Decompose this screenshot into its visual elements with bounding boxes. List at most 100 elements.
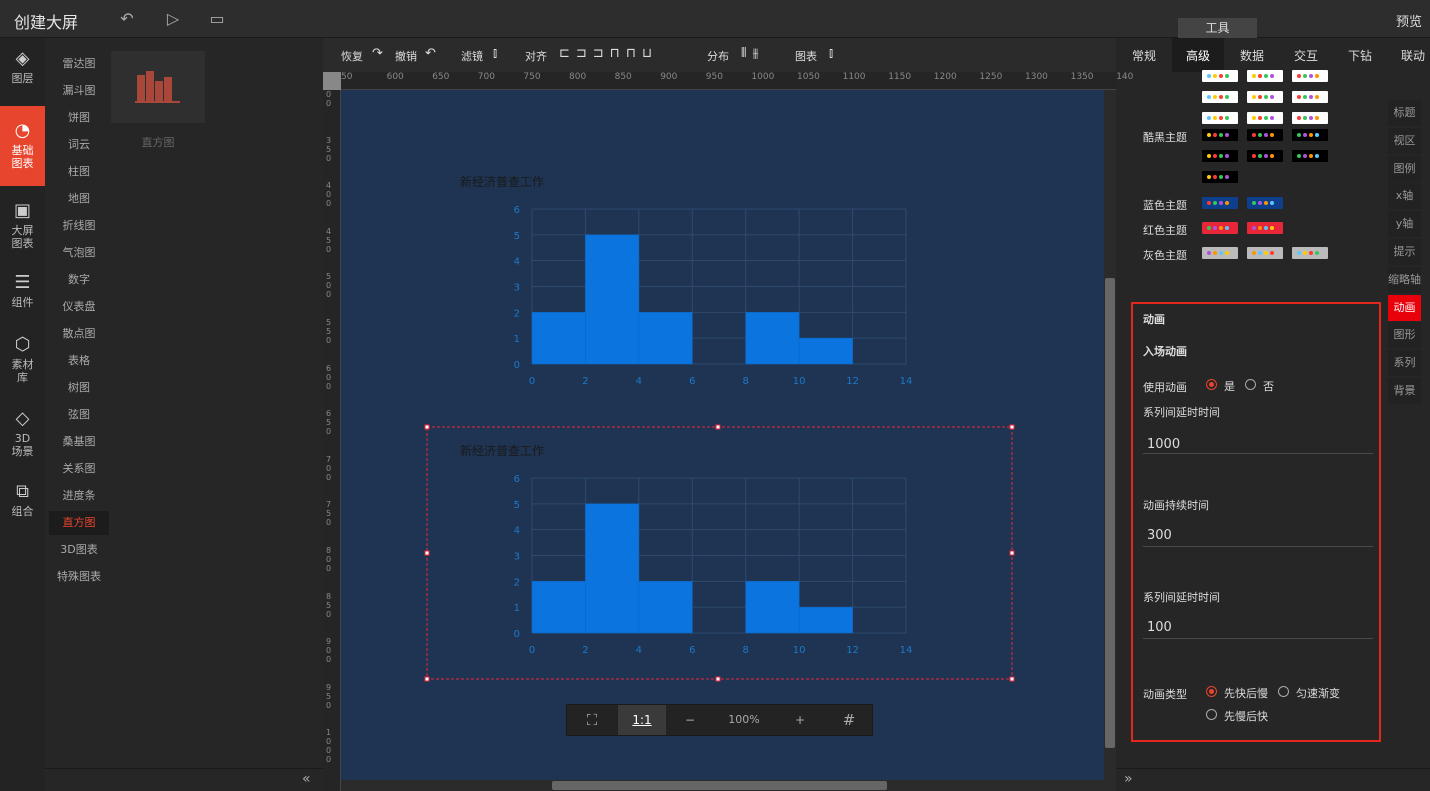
redo-icon[interactable]: ↷ xyxy=(372,46,383,61)
undo-arrow-icon[interactable]: ↶ xyxy=(425,46,436,61)
side-tab[interactable]: 视区 xyxy=(1388,127,1421,154)
side-tab[interactable]: y轴 xyxy=(1388,211,1421,238)
theme-swatch[interactable] xyxy=(1202,112,1238,124)
right-tab-5[interactable]: 联动 xyxy=(1401,47,1425,64)
chart-icon[interactable]: ⫾ xyxy=(829,46,833,61)
category-item[interactable]: 表格 xyxy=(49,349,109,373)
theme-swatch[interactable] xyxy=(1202,129,1238,141)
category-item[interactable]: 3D图表 xyxy=(49,538,109,562)
filter-chart-icon[interactable]: ⫾ xyxy=(493,46,497,61)
right-tab-1[interactable]: 高级 xyxy=(1186,47,1210,64)
category-item[interactable]: 特殊图表 xyxy=(49,565,109,589)
fit-screen-icon[interactable]: ⛶ xyxy=(567,705,617,735)
theme-swatch[interactable] xyxy=(1202,70,1238,82)
zoom-in-button[interactable]: + xyxy=(775,705,825,735)
zoom-out-button[interactable]: − xyxy=(667,705,713,735)
chart-button[interactable]: 图表 xyxy=(795,48,817,64)
category-item[interactable]: 弦图 xyxy=(49,403,109,427)
side-tab[interactable]: 缩略轴 xyxy=(1388,266,1421,293)
category-item[interactable]: 关系图 xyxy=(49,457,109,481)
category-item[interactable]: 仪表盘 xyxy=(49,295,109,319)
right-tab-3[interactable]: 交互 xyxy=(1294,47,1318,64)
use-animation-no-radio[interactable] xyxy=(1245,379,1256,390)
filter-button[interactable]: 滤镜 xyxy=(461,48,483,64)
theme-swatch[interactable] xyxy=(1292,150,1328,162)
play-icon[interactable]: ▷ xyxy=(164,10,182,28)
category-item[interactable]: 词云 xyxy=(49,133,109,157)
category-item[interactable]: 柱图 xyxy=(49,160,109,184)
right-tab-4[interactable]: 下钻 xyxy=(1348,47,1372,64)
theme-swatch[interactable] xyxy=(1202,197,1238,209)
theme-swatch[interactable] xyxy=(1202,150,1238,162)
theme-swatch[interactable] xyxy=(1247,91,1283,103)
side-tab[interactable]: 背景 xyxy=(1388,378,1421,404)
theme-swatch[interactable] xyxy=(1247,197,1283,209)
save-icon[interactable]: ▭ xyxy=(208,10,226,28)
side-tab[interactable]: 标题 xyxy=(1388,100,1421,126)
side-tab[interactable]: x轴 xyxy=(1388,183,1421,210)
category-item[interactable]: 直方图 xyxy=(49,511,109,535)
vertical-scroll-thumb[interactable] xyxy=(1105,278,1115,748)
nav-item-6[interactable]: ⧉ 组合 xyxy=(0,477,45,523)
category-item[interactable]: 雷达图 xyxy=(49,52,109,76)
right-tab-2[interactable]: 数据 xyxy=(1240,47,1264,64)
series-delay2-input[interactable]: 100 xyxy=(1147,620,1172,635)
distribute-icons[interactable]: ⫴⫵ xyxy=(741,46,764,61)
theme-swatch[interactable] xyxy=(1292,247,1328,259)
align-button[interactable]: 对齐 xyxy=(525,48,547,64)
side-tab[interactable]: 动画 xyxy=(1388,294,1421,321)
theme-swatch[interactable] xyxy=(1247,70,1283,82)
horizontal-scroll-thumb[interactable] xyxy=(552,781,887,790)
category-item[interactable]: 漏斗图 xyxy=(49,79,109,103)
category-item[interactable]: 气泡图 xyxy=(49,241,109,265)
nav-item-4[interactable]: ⬡ 素材库 xyxy=(0,330,45,392)
right-tab-0[interactable]: 常规 xyxy=(1132,47,1156,64)
theme-swatch[interactable] xyxy=(1247,112,1283,124)
one-to-one-button[interactable]: 1:1 xyxy=(618,705,666,735)
distribute-button[interactable]: 分布 xyxy=(707,48,729,64)
side-tab[interactable]: 图例 xyxy=(1388,155,1421,182)
side-tab[interactable]: 图形 xyxy=(1388,322,1421,349)
theme-swatch[interactable] xyxy=(1292,91,1328,103)
preview-button[interactable]: 预览 xyxy=(1396,11,1422,30)
theme-swatch[interactable] xyxy=(1247,222,1283,234)
collapse-left-icon[interactable]: « xyxy=(302,771,311,787)
histogram-thumbnail[interactable] xyxy=(111,51,205,123)
theme-swatch[interactable] xyxy=(1292,129,1328,141)
collapse-right-icon[interactable]: » xyxy=(1124,771,1133,787)
nav-item-1[interactable]: ◔ 基础图表 xyxy=(0,106,45,186)
theme-swatch[interactable] xyxy=(1202,247,1238,259)
tools-tab[interactable]: 工具 xyxy=(1178,18,1257,38)
theme-swatch[interactable] xyxy=(1292,112,1328,124)
category-item[interactable]: 散点图 xyxy=(49,322,109,346)
nav-item-5[interactable]: ◇ 3D场景 xyxy=(0,404,45,466)
duration-input[interactable]: 300 xyxy=(1147,528,1172,543)
align-icons[interactable]: ⊏⊐⊐⊓⊓⊔ xyxy=(559,46,658,61)
grid-icon[interactable]: # xyxy=(825,705,873,735)
restore-button[interactable]: 恢复 xyxy=(341,48,363,64)
series-delay-input[interactable]: 1000 xyxy=(1147,437,1180,452)
theme-swatch[interactable] xyxy=(1292,70,1328,82)
use-animation-yes-radio[interactable] xyxy=(1206,379,1217,390)
side-tab[interactable]: 提示 xyxy=(1388,239,1421,265)
nav-item-0[interactable]: ◈ 图层 xyxy=(0,44,45,90)
theme-swatch[interactable] xyxy=(1247,150,1283,162)
type-linear-radio[interactable] xyxy=(1278,686,1289,697)
nav-item-3[interactable]: ☰ 组件 xyxy=(0,268,45,314)
category-item[interactable]: 桑基图 xyxy=(49,430,109,454)
category-item[interactable]: 地图 xyxy=(49,187,109,211)
category-item[interactable]: 数字 xyxy=(49,268,109,292)
side-tab[interactable]: 系列 xyxy=(1388,350,1421,377)
category-item[interactable]: 折线图 xyxy=(49,214,109,238)
category-item[interactable]: 树图 xyxy=(49,376,109,400)
type-fast-slow-radio[interactable] xyxy=(1206,686,1217,697)
theme-swatch[interactable] xyxy=(1202,91,1238,103)
theme-swatch[interactable] xyxy=(1202,222,1238,234)
theme-swatch[interactable] xyxy=(1202,171,1238,183)
category-item[interactable]: 进度条 xyxy=(49,484,109,508)
undo-icon[interactable]: ↶ xyxy=(118,10,136,28)
theme-swatch[interactable] xyxy=(1247,129,1283,141)
type-slow-fast-radio[interactable] xyxy=(1206,709,1217,720)
category-item[interactable]: 饼图 xyxy=(49,106,109,130)
undo-button[interactable]: 撤销 xyxy=(395,48,417,64)
